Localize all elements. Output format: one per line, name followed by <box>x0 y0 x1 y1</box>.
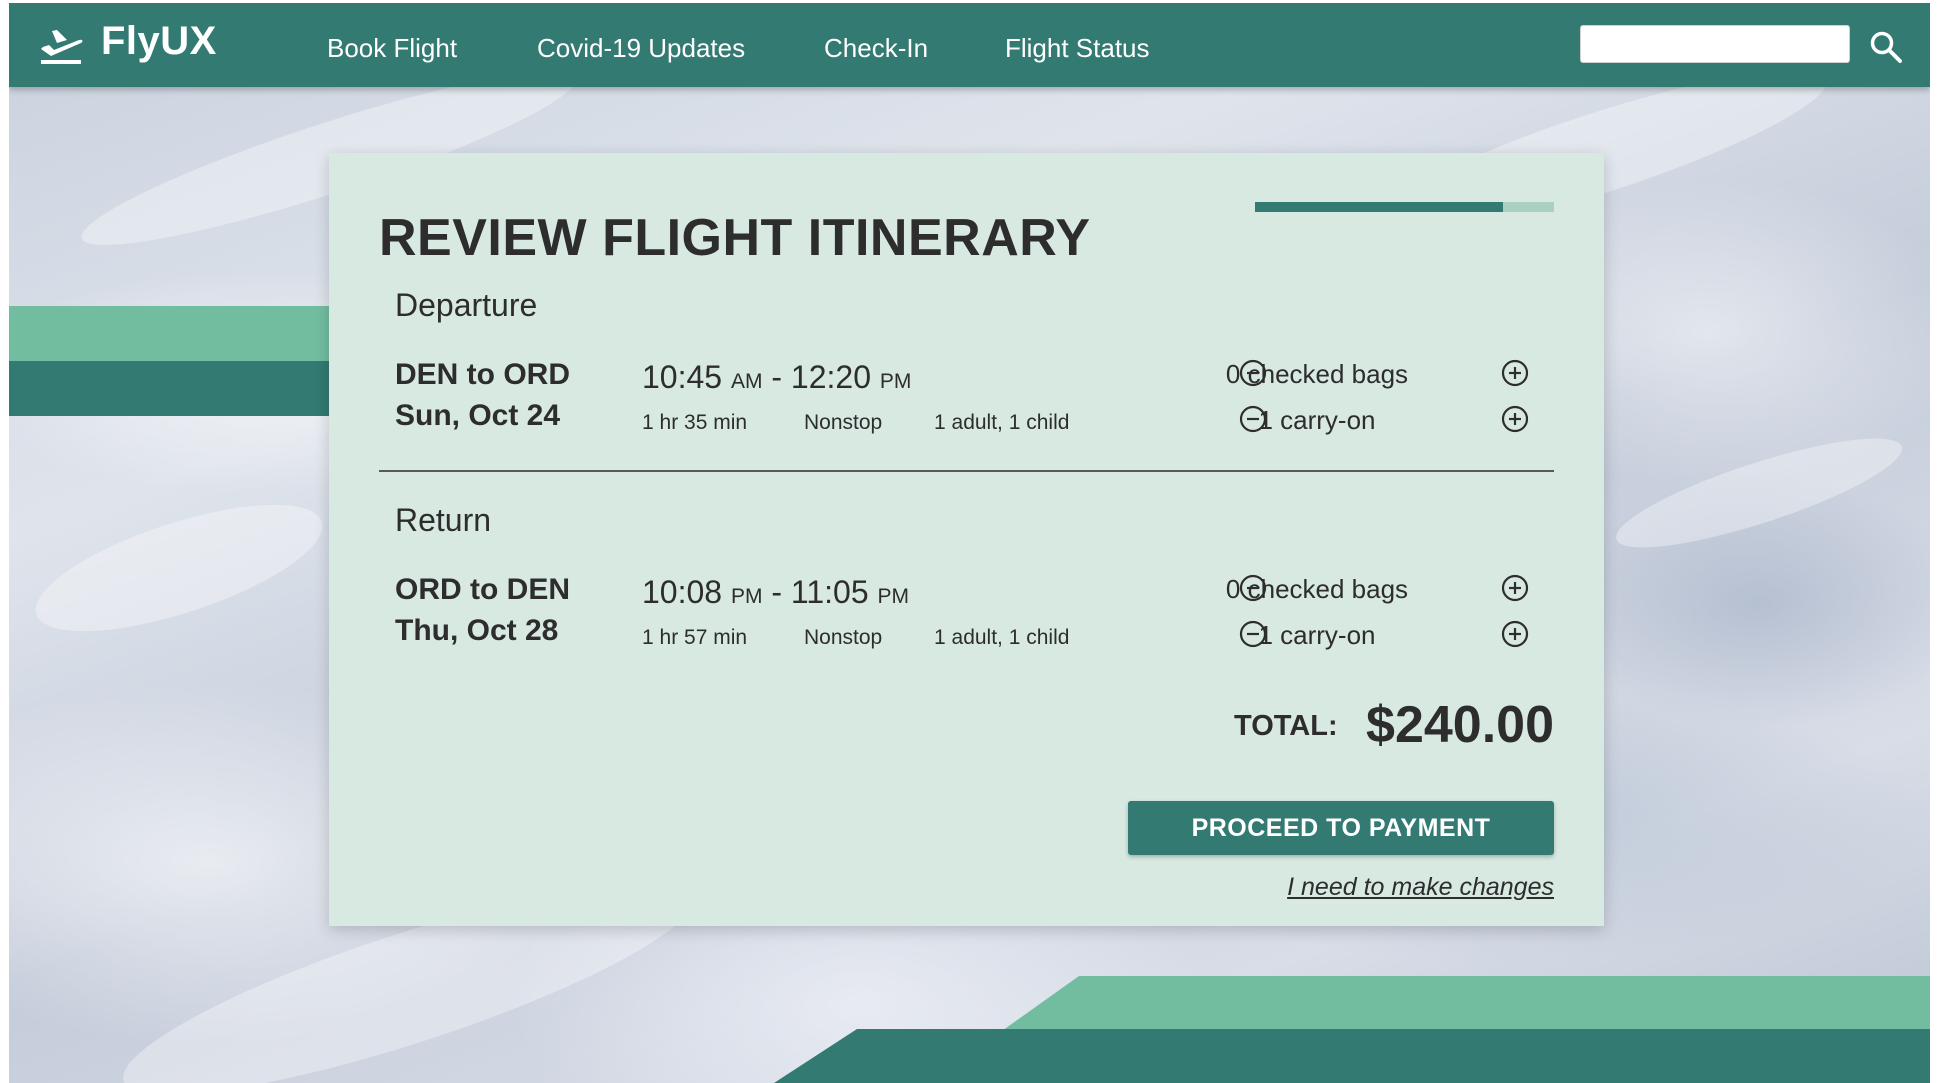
plus-circle-icon[interactable] <box>1500 619 1530 649</box>
departure-duration: 1 hr 35 min <box>642 411 748 434</box>
section-divider <box>379 470 1554 472</box>
proceed-to-payment-button[interactable]: PROCEED TO PAYMENT <box>1128 801 1554 855</box>
top-navbar: FlyUX Book Flight Covid-19 Updates Check… <box>9 3 1930 87</box>
departure-label: Departure <box>395 287 538 323</box>
progress-bar <box>1255 202 1554 212</box>
airplane-departure-icon <box>41 30 83 64</box>
return-carry-on: 1 carry-on <box>1258 620 1376 650</box>
return-checked-bags: 0 checked bags <box>1225 574 1409 604</box>
departure-checked-bags: 0 checked bags <box>1225 359 1409 389</box>
return-passengers: 1 adult, 1 child <box>934 626 1070 649</box>
total-price: $240.00 <box>1366 696 1554 754</box>
return-duration: 1 hr 57 min <box>642 626 748 649</box>
nav-check-in[interactable]: Check-In <box>824 33 928 64</box>
departure-route: DEN to ORD <box>395 358 570 391</box>
nav-book-flight[interactable]: Book Flight <box>327 33 457 64</box>
return-arrive-time: 11:05 <box>790 574 869 610</box>
departure-stops: Nonstop <box>804 411 883 434</box>
return-depart-ampm: PM <box>730 585 763 608</box>
itinerary-card: REVIEW FLIGHT ITINERARY Departure DEN to… <box>329 153 1604 926</box>
nav-flight-status[interactable]: Flight Status <box>1005 33 1150 64</box>
return-label: Return <box>395 502 492 538</box>
departure-depart-time: 10:45 <box>642 359 723 395</box>
make-changes-link[interactable]: I need to make changes <box>1287 873 1554 902</box>
plus-circle-icon[interactable] <box>1500 573 1530 603</box>
departure-passengers: 1 adult, 1 child <box>934 411 1070 434</box>
return-arrive-ampm: PM <box>877 585 910 608</box>
departure-arrive-ampm: PM <box>879 370 912 393</box>
plus-circle-icon[interactable] <box>1500 358 1530 388</box>
return-stops: Nonstop <box>804 626 883 649</box>
return-depart-time: 10:08 <box>642 574 723 610</box>
nav-covid-updates[interactable]: Covid-19 Updates <box>537 33 745 64</box>
departure-date: Sun, Oct 24 <box>395 399 561 432</box>
return-time-range: 10:08 PM - 11:05 PM <box>642 574 910 610</box>
brand-logo[interactable]: FlyUX <box>101 19 217 64</box>
departure-depart-ampm: AM <box>730 370 763 393</box>
return-route: ORD to DEN <box>395 573 570 606</box>
page-background: FlyUX Book Flight Covid-19 Updates Check… <box>9 3 1930 1083</box>
departure-time-range: 10:45 AM - 12:20 PM <box>642 359 912 395</box>
departure-carry-on: 1 carry-on <box>1258 405 1376 435</box>
total-label: TOTAL: <box>1234 710 1338 742</box>
departure-arrive-time: 12:20 <box>790 359 871 395</box>
plus-circle-icon[interactable] <box>1500 404 1530 434</box>
search-icon[interactable] <box>1869 30 1903 64</box>
search-input[interactable] <box>1580 25 1850 63</box>
page-title: REVIEW FLIGHT ITINERARY <box>379 209 1091 267</box>
progress-fill <box>1255 202 1504 212</box>
return-date: Thu, Oct 28 <box>395 614 559 647</box>
